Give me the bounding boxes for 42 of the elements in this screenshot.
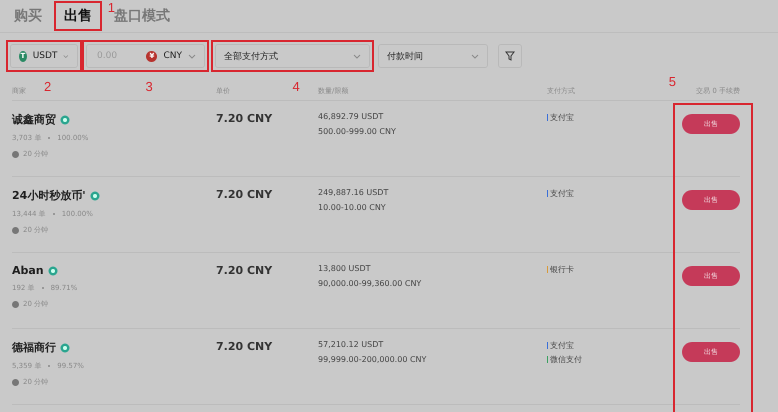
caret-icon (353, 54, 361, 58)
payment-method: 微信支付 (550, 354, 582, 365)
unit-price: 7.20 CNY (216, 340, 272, 353)
quantity: 46,892.79 USDT (318, 112, 384, 121)
annotation-number: 5 (668, 74, 676, 89)
tab[interactable]: 出售 (60, 3, 96, 29)
payment-select[interactable]: 全部支付方式 (215, 44, 370, 68)
caret-icon (63, 54, 69, 58)
quantity: 13,800 USDT (318, 264, 371, 273)
annotation-number: 3 (146, 80, 153, 93)
limit: 99,999.00-200,000.00 CNY (318, 355, 426, 364)
annotation-frame (54, 1, 102, 31)
time-select[interactable]: 付款时间 (378, 44, 488, 68)
caret-icon (188, 54, 196, 58)
unit-price: 7.20 CNY (216, 264, 272, 277)
separator-dot (48, 137, 50, 139)
payment-method: 支付宝 (550, 188, 574, 199)
annotation-number: 1 (108, 1, 115, 14)
merchant-name: 德福商行 (12, 340, 56, 355)
quantity: 249,887.16 USDT (318, 188, 388, 197)
unit-price: 7.20 CNY (216, 188, 272, 201)
payment-method: 支付宝 (550, 112, 574, 123)
separator-dot (48, 365, 50, 367)
quantity: 57,210.12 USDT (318, 340, 384, 349)
unit-price: 7.20 CNY (216, 112, 272, 125)
caret-icon (471, 54, 479, 58)
merchant-name: 诚鑫商贸 (12, 112, 56, 127)
currency-label: CNY (163, 51, 182, 61)
annotation-number: 2 (44, 80, 52, 93)
tab[interactable]: 购买 (10, 3, 46, 29)
filter-icon (505, 51, 515, 61)
filter-button[interactable] (498, 44, 522, 68)
separator-dot (52, 213, 55, 215)
merchant-name: Aban (12, 264, 44, 277)
limit: 500.00-999.00 CNY (318, 127, 396, 136)
annotation-number: 4 (292, 80, 300, 93)
payment-method: 银行卡 (550, 264, 574, 275)
payment-method: 支付宝 (550, 340, 574, 351)
limit: 90,000.00-99,360.00 CNY (318, 279, 422, 288)
separator-dot (42, 287, 44, 289)
limit: 10.00-10.00 CNY (318, 203, 386, 212)
merchant-name: 24小时秒放币' (12, 188, 86, 203)
